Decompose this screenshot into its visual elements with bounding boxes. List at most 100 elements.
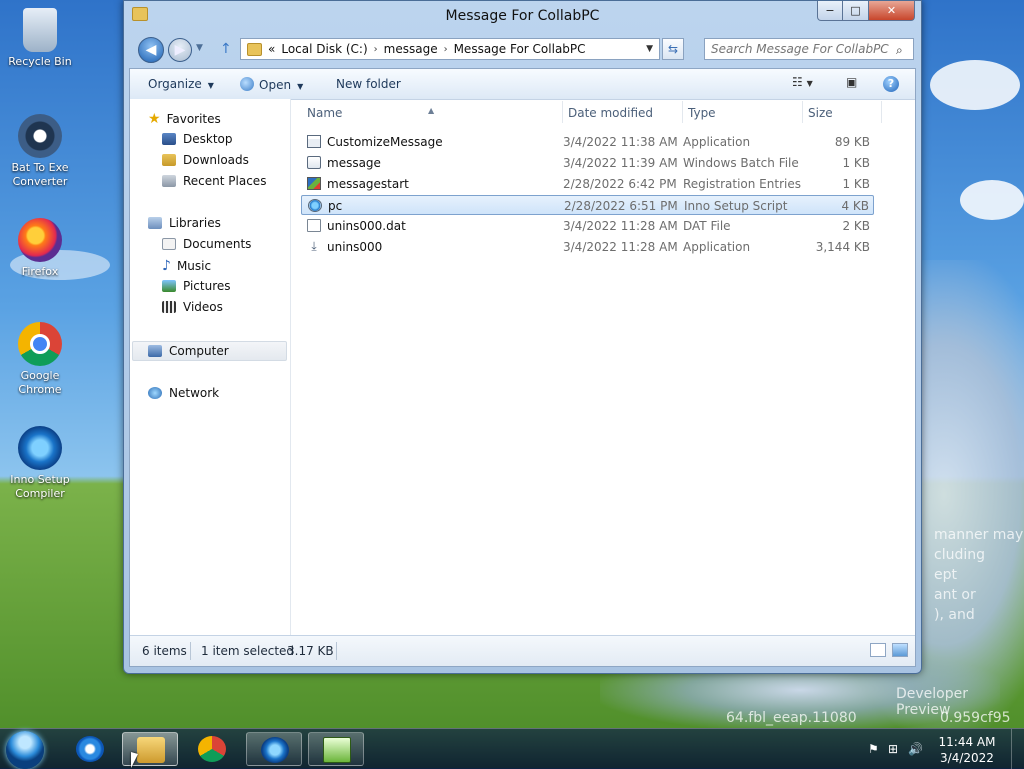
- breadcrumb-current[interactable]: Message For CollabPC: [454, 42, 586, 56]
- nav-videos[interactable]: Videos: [162, 300, 223, 314]
- file-size: 1 KB: [842, 177, 870, 191]
- chevron-right-icon[interactable]: ›: [374, 44, 378, 55]
- organize-button[interactable]: Organize ▼: [148, 77, 214, 91]
- minimize-button[interactable]: −: [817, 1, 843, 21]
- batch-file-icon: [307, 156, 321, 169]
- breadcrumb-message[interactable]: message: [384, 42, 438, 56]
- file-row[interactable]: message 3/4/2022 11:39 AM Windows Batch …: [301, 153, 874, 173]
- nav-computer[interactable]: Computer: [148, 344, 229, 358]
- nav-network[interactable]: Network: [148, 386, 219, 400]
- nav-label: Documents: [183, 237, 252, 251]
- file-row[interactable]: CustomizeMessage 3/4/2022 11:38 AM Appli…: [301, 132, 874, 152]
- chevron-down-icon: ▼: [806, 79, 813, 88]
- desktop-icon-recycle-bin[interactable]: Recycle Bin: [4, 8, 76, 69]
- recycle-bin-icon: [23, 8, 57, 52]
- new-folder-button[interactable]: New folder: [336, 77, 401, 91]
- file-name: unins000: [327, 240, 383, 254]
- music-icon: ♪: [162, 258, 171, 274]
- inno-script-icon: [308, 199, 322, 212]
- desktop-icon-bat-to-exe[interactable]: Bat To Exe Converter: [4, 114, 76, 189]
- file-row[interactable]: messagestart 2/28/2022 6:42 PM Registrat…: [301, 174, 874, 194]
- open-button[interactable]: Open ▼: [240, 77, 303, 92]
- search-input[interactable]: [704, 38, 914, 60]
- chevron-down-icon[interactable]: ▼: [646, 44, 653, 54]
- desktop-icon: [162, 133, 176, 145]
- breadcrumb-local-disk[interactable]: Local Disk (C:): [281, 42, 367, 56]
- title-bar[interactable]: Message For CollabPC − □ ✕: [124, 1, 921, 29]
- navigation-bar: ◀ ▶ ▼ ↑ « Local Disk (C:) › message › Me…: [132, 35, 914, 65]
- flag-icon[interactable]: ⚑: [868, 742, 879, 756]
- chevron-right-icon[interactable]: ›: [444, 44, 448, 55]
- recent-locations-dropdown-icon[interactable]: ▼: [196, 43, 203, 53]
- show-desktop-button[interactable]: [1011, 729, 1024, 769]
- window-controls: − □ ✕: [817, 1, 915, 21]
- preview-pane-button[interactable]: ▣: [846, 75, 857, 89]
- maximize-button[interactable]: □: [843, 1, 869, 21]
- nav-label: Favorites: [166, 112, 221, 126]
- nav-music[interactable]: ♪ Music: [162, 258, 211, 274]
- network-tray-icon[interactable]: ⊞: [888, 742, 898, 756]
- desktop-icon-firefox[interactable]: Firefox: [4, 218, 76, 279]
- forward-button[interactable]: ▶: [168, 38, 192, 62]
- nav-recent-places[interactable]: Recent Places: [162, 174, 266, 188]
- file-type: DAT File: [683, 219, 731, 233]
- desktop-icon-chrome[interactable]: Google Chrome: [4, 322, 76, 397]
- address-bar[interactable]: « Local Disk (C:) › message › Message Fo…: [240, 38, 660, 60]
- documents-icon: [162, 238, 176, 250]
- file-size: 2 KB: [842, 219, 870, 233]
- nav-favorites[interactable]: ★ Favorites: [148, 111, 221, 127]
- chevron-down-icon: ▼: [297, 82, 304, 91]
- column-divider[interactable]: [562, 101, 563, 123]
- start-button[interactable]: [6, 731, 44, 769]
- close-button[interactable]: ✕: [869, 1, 915, 21]
- nav-label: Pictures: [183, 279, 231, 293]
- column-date-modified[interactable]: Date modified: [568, 106, 653, 120]
- mouse-cursor-icon: [131, 752, 138, 768]
- file-size: 4 KB: [841, 199, 869, 213]
- watermark-text: ant or: [934, 587, 976, 603]
- file-row[interactable]: ⤓ unins000 3/4/2022 11:28 AM Application…: [301, 237, 874, 257]
- column-name[interactable]: Name: [307, 106, 342, 120]
- help-button[interactable]: ?: [883, 76, 899, 92]
- file-name: pc: [328, 199, 343, 213]
- column-size[interactable]: Size: [808, 106, 833, 120]
- nav-documents[interactable]: Documents: [162, 237, 251, 251]
- nav-label: Desktop: [183, 132, 233, 146]
- back-button[interactable]: ◀: [138, 37, 164, 63]
- nav-label: Downloads: [183, 153, 249, 167]
- desktop-icon-inno-setup[interactable]: Inno Setup Compiler: [4, 426, 76, 501]
- file-row[interactable]: unins000.dat 3/4/2022 11:28 AM DAT File …: [301, 216, 874, 236]
- file-name: messagestart: [327, 177, 409, 191]
- desktop-icon-label: Recycle Bin: [8, 55, 72, 68]
- taskbar-internet-explorer[interactable]: [62, 732, 118, 766]
- taskbar-inno-setup[interactable]: [246, 732, 302, 766]
- desktop-icon-label: Bat To Exe Converter: [11, 161, 69, 188]
- refresh-button[interactable]: ⇆: [662, 38, 684, 60]
- column-divider[interactable]: [802, 101, 803, 123]
- large-icons-view-icon[interactable]: [892, 643, 908, 657]
- file-size: 1 KB: [842, 156, 870, 170]
- up-arrow-icon[interactable]: ↑: [220, 41, 232, 57]
- watermark-text: ), and: [934, 607, 975, 623]
- view-options-button[interactable]: ☷ ▼: [792, 75, 813, 89]
- column-type[interactable]: Type: [688, 106, 716, 120]
- address-overflow[interactable]: «: [268, 42, 275, 56]
- nav-downloads[interactable]: Downloads: [162, 153, 249, 167]
- system-tray: ⚑ ⊞ 🔊 11:44 AM 3/4/2022: [854, 729, 1024, 769]
- column-divider[interactable]: [682, 101, 683, 123]
- item-count: 6 items: [142, 644, 187, 658]
- taskbar-notepad-plus[interactable]: [308, 732, 364, 766]
- file-type: Application: [683, 135, 751, 149]
- file-row-selected[interactable]: pc 2/28/2022 6:51 PM Inno Setup Script 4…: [301, 195, 874, 215]
- registry-icon: [307, 177, 321, 190]
- column-divider[interactable]: [881, 101, 882, 123]
- volume-icon[interactable]: 🔊: [908, 742, 923, 756]
- details-view-icon[interactable]: [870, 643, 886, 657]
- nav-libraries[interactable]: Libraries: [148, 216, 221, 230]
- nav-desktop[interactable]: Desktop: [162, 132, 233, 146]
- nav-label: Libraries: [169, 216, 221, 230]
- taskbar-chrome[interactable]: [184, 732, 240, 766]
- clock[interactable]: 11:44 AM 3/4/2022: [932, 734, 1002, 766]
- nav-pictures[interactable]: Pictures: [162, 279, 231, 293]
- search-icon[interactable]: ⌕: [896, 43, 903, 58]
